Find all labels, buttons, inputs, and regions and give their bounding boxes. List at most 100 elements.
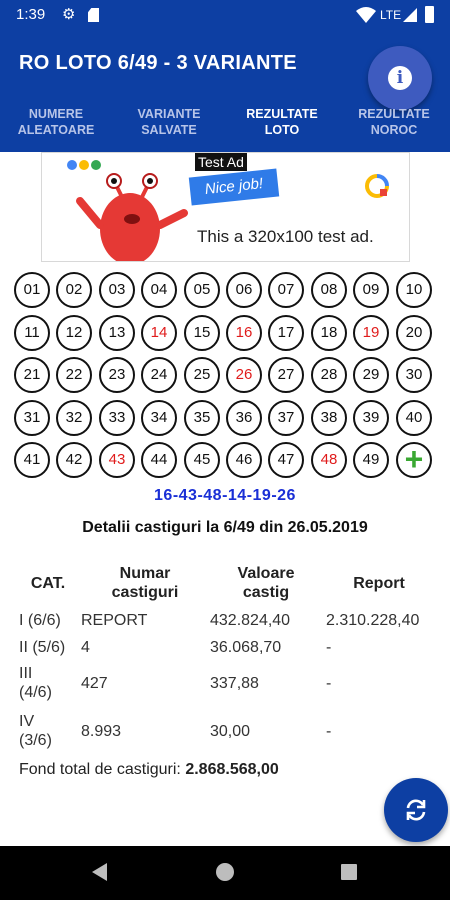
home-icon[interactable] [216,863,234,881]
number-ball[interactable]: 19 [353,315,389,351]
tab-numere-aleatoare[interactable]: NUMERE ALEATOARE [0,106,112,138]
number-ball[interactable]: 08 [311,272,347,308]
row-cat: IV (3/6) [19,712,52,750]
number-ball[interactable]: 40 [396,400,432,436]
number-ball[interactable]: 18 [311,315,347,351]
network-type: LTE [380,8,402,22]
drawn-numbers: 16-43-48-14-19-26 [154,487,296,504]
ad-badge: Nice job! [188,168,280,206]
number-ball[interactable]: 01 [14,272,50,308]
number-ball[interactable]: 23 [99,357,135,393]
row-numar: REPORT [81,612,148,629]
signal-icon [403,8,417,22]
tab-label-line2: LOTO [264,123,300,137]
header-cat: CAT. [30,575,66,592]
number-ball[interactable]: 17 [268,315,304,351]
row-cat: III (4/6) [19,664,52,702]
tab-label-line1: VARIANTE [137,107,201,121]
number-ball[interactable]: 49 [353,442,389,478]
tab-label-line1: NUMERE [28,107,84,121]
row-cat-line2: (4/6) [19,684,52,701]
number-ball[interactable]: 14 [141,315,177,351]
refresh-button[interactable] [384,778,448,842]
status-time: 1:39 [16,6,46,23]
recents-icon[interactable] [341,864,357,880]
number-ball[interactable]: 06 [226,272,262,308]
number-ball[interactable]: 27 [268,357,304,393]
number-ball[interactable]: 07 [268,272,304,308]
back-icon[interactable] [92,863,107,881]
number-ball[interactable]: 20 [396,315,432,351]
number-ball[interactable]: 12 [56,315,92,351]
number-ball[interactable]: 35 [184,400,220,436]
tab-label-line2: NOROC [370,123,418,137]
header-numar-line1: Numar [119,565,171,582]
ad-label: Test Ad [195,153,247,171]
refresh-icon [406,799,426,821]
number-ball[interactable]: 46 [226,442,262,478]
row-cat: I (6/6) [19,612,61,629]
tab-label-line2: ALEATOARE [17,123,95,137]
row-numar: 4 [81,639,90,656]
number-ball[interactable]: 22 [56,357,92,393]
number-ball[interactable]: 21 [14,357,50,393]
number-ball[interactable]: 30 [396,357,432,393]
number-ball[interactable]: 24 [141,357,177,393]
number-ball[interactable]: 16 [226,315,262,351]
tab-label-line1: REZULTATE [358,107,430,121]
row-numar: 427 [81,675,108,692]
number-ball[interactable]: 31 [14,400,50,436]
ad-logo-icon [365,174,389,198]
number-ball[interactable]: 43 [99,442,135,478]
ad-text: This a 320x100 test ad. [197,227,374,246]
number-ball[interactable]: 26 [226,357,262,393]
fond-total: Fond total de castiguri: 2.868.568,00 [19,761,279,779]
system-nav-bar [0,846,450,900]
tab-rezultate-loto[interactable]: REZULTATE LOTO [226,106,338,138]
number-ball[interactable]: 11 [14,315,50,351]
number-ball[interactable]: 38 [311,400,347,436]
add-variant-button[interactable]: + [396,442,432,478]
tab-variante-salvate[interactable]: VARIANTE SALVATE [113,106,225,138]
number-ball[interactable]: 02 [56,272,92,308]
number-ball[interactable]: 09 [353,272,389,308]
number-ball[interactable]: 45 [184,442,220,478]
number-ball[interactable]: 34 [141,400,177,436]
row-valoare: 36.068,70 [210,639,282,656]
details-title: Detalii castiguri la 6/49 din 26.05.2019 [82,519,368,536]
number-ball[interactable]: 32 [56,400,92,436]
tab-rezultate-noroc[interactable]: REZULTATE NOROC [338,106,450,138]
ad-banner[interactable]: Nice job! Test Ad This a 320x100 test ad… [41,152,410,262]
number-ball[interactable]: 03 [99,272,135,308]
number-ball[interactable]: 25 [184,357,220,393]
number-ball[interactable]: 36 [226,400,262,436]
number-ball[interactable]: 15 [184,315,220,351]
number-ball[interactable]: 05 [184,272,220,308]
header-valoare: Valoare castig [214,564,318,602]
header-numar: Numar castiguri [95,564,195,602]
number-ball[interactable]: 04 [141,272,177,308]
fond-total-label: Fond total de castiguri: [19,761,181,778]
info-button[interactable]: i [368,46,432,110]
row-report: - [326,639,332,656]
number-ball[interactable]: 42 [56,442,92,478]
status-bar: 1:39 ⚙ LTE [0,0,450,30]
number-ball[interactable]: 47 [268,442,304,478]
gear-icon: ⚙ [62,6,76,23]
number-ball[interactable]: 13 [99,315,135,351]
header-numar-line2: castiguri [111,584,179,601]
number-ball[interactable]: 41 [14,442,50,478]
header-valoare-line2: castig [242,584,290,601]
number-ball[interactable]: 28 [311,357,347,393]
number-ball[interactable]: 48 [311,442,347,478]
number-ball[interactable]: 39 [353,400,389,436]
number-ball[interactable]: 44 [141,442,177,478]
sd-card-icon [88,8,99,22]
app-title: RO LOTO 6/49 - 3 VARIANTE [19,52,297,74]
number-ball[interactable]: 10 [396,272,432,308]
tab-bar: NUMERE ALEATOARE VARIANTE SALVATE REZULT… [0,106,450,152]
number-ball[interactable]: 37 [268,400,304,436]
row-numar: 8.993 [81,723,122,740]
number-ball[interactable]: 29 [353,357,389,393]
number-ball[interactable]: 33 [99,400,135,436]
